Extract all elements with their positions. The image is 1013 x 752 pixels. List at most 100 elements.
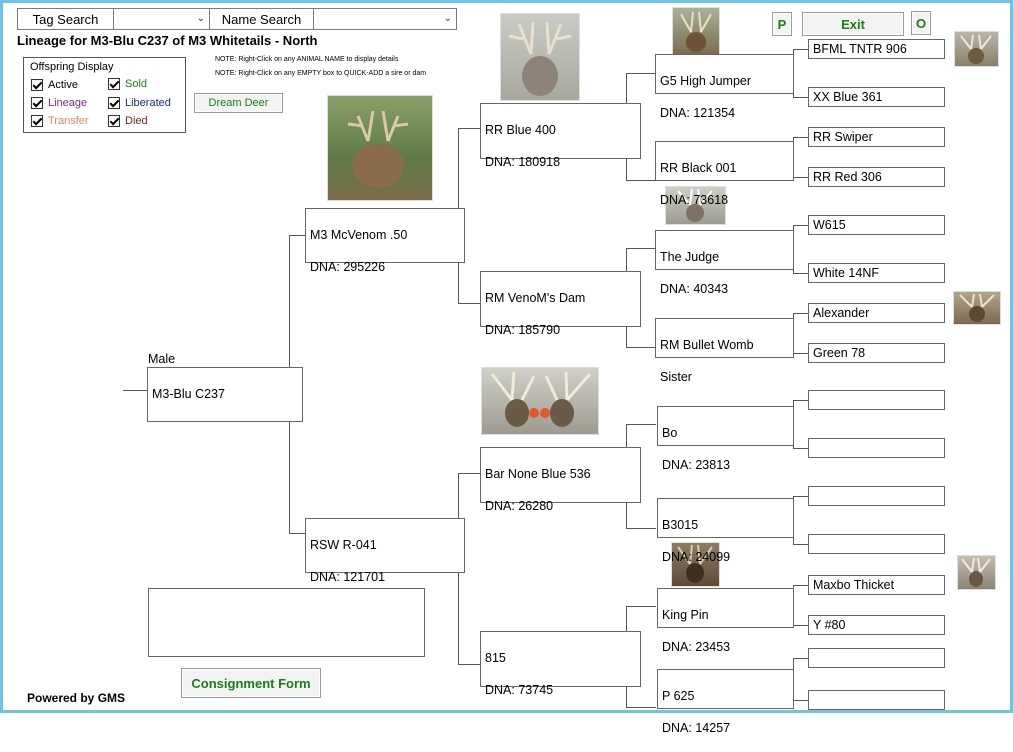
note-right-click-empty: NOTE: Right-Click on any EMPTY box to QU… — [215, 70, 427, 77]
connector-line — [289, 235, 306, 236]
gen4-empty-node[interactable] — [808, 390, 945, 410]
connector-line — [626, 73, 656, 74]
notes-box[interactable] — [148, 588, 425, 657]
gen4-node[interactable]: Alexander — [808, 303, 945, 323]
gen4-node[interactable]: White 14NF — [808, 263, 945, 283]
gen3-name[interactable]: The Judge — [660, 249, 789, 265]
transfer-checkbox[interactable] — [31, 115, 43, 127]
connector-line — [793, 400, 809, 401]
gen4-node[interactable]: XX Blue 361 — [808, 87, 945, 107]
sire-node[interactable]: M3 McVenom .50 DNA: 295226 — [305, 208, 465, 274]
gen3-dna: DNA: 40343 — [660, 282, 729, 296]
gen2-node[interactable]: RM VenoM's Dam DNA: 185790 — [480, 271, 641, 337]
gen3-name[interactable]: P 625 — [662, 688, 789, 704]
deer-photo-m3-mcvenom — [327, 95, 433, 201]
gen3-node[interactable]: RR Black 001 DNA: 73618 — [655, 141, 794, 207]
dream-deer-button[interactable]: Dream Deer — [194, 93, 283, 113]
gen2-node[interactable]: RR Blue 400 DNA: 180918 — [480, 103, 641, 169]
died-checkbox[interactable] — [108, 115, 120, 127]
gen3-dna: Sister — [660, 370, 692, 384]
legend-title: Offspring Display — [30, 61, 114, 73]
liberated-checkbox[interactable] — [108, 97, 120, 109]
gen2-name[interactable]: Bar None Blue 536 — [485, 466, 636, 482]
p-button[interactable]: P — [772, 12, 792, 36]
gen3-node[interactable]: The Judge DNA: 40343 — [655, 230, 794, 296]
liberated-label: Liberated — [125, 97, 171, 109]
gen4-node[interactable]: RR Red 306 — [808, 167, 945, 187]
gen3-node[interactable]: B3015 DNA: 24099 — [657, 498, 794, 564]
offspring-display-legend: Offspring Display Active Sold Lineage Li… — [23, 57, 186, 133]
connector-line — [626, 606, 656, 607]
gen4-node[interactable]: W615 — [808, 215, 945, 235]
connector-line — [793, 137, 809, 138]
gen4-node[interactable]: RR Swiper — [808, 127, 945, 147]
deer-photo-maxbo-thicket — [957, 555, 996, 590]
gen3-node[interactable]: RM Bullet Womb Sister — [655, 318, 794, 384]
connector-line — [458, 473, 481, 474]
dam-node[interactable]: RSW R-041 DNA: 121701 — [305, 518, 465, 584]
dam-name[interactable]: RSW R-041 — [310, 537, 460, 553]
o-button[interactable]: O — [911, 11, 931, 35]
lineage-checkbox[interactable] — [31, 97, 43, 109]
gen2-node[interactable]: 815 DNA: 73745 — [480, 631, 641, 697]
active-checkbox[interactable] — [31, 79, 43, 91]
gen3-name[interactable]: King Pin — [662, 607, 789, 623]
app-window: Tag Search ⌄ Name Search ⌄ Lineage for M… — [0, 0, 1013, 735]
gen4-empty-node[interactable] — [808, 690, 945, 710]
gen2-dna: DNA: 185790 — [485, 323, 561, 337]
gen2-name[interactable]: RM VenoM's Dam — [485, 290, 636, 306]
tag-search-select[interactable]: ⌄ — [113, 8, 210, 30]
dam-dna: DNA: 121701 — [310, 570, 386, 584]
gen3-node[interactable]: King Pin DNA: 23453 — [657, 588, 794, 654]
gen2-node[interactable]: Bar None Blue 536 DNA: 26280 — [480, 447, 641, 513]
connector-line — [793, 544, 809, 545]
gen4-empty-node[interactable] — [808, 534, 945, 554]
gen3-name[interactable]: Bo — [662, 425, 789, 441]
gen3-name[interactable]: RM Bullet Womb — [660, 337, 789, 353]
connector-line — [458, 128, 481, 129]
gen2-name[interactable]: 815 — [485, 650, 636, 666]
gen2-name[interactable]: RR Blue 400 — [485, 122, 636, 138]
tag-search-label-box: Tag Search — [17, 8, 114, 30]
gen4-node[interactable]: Y #80 — [808, 615, 945, 635]
deer-antlers-icon — [490, 371, 592, 427]
connector-line — [793, 273, 809, 274]
active-label: Active — [48, 79, 78, 91]
deer-photo-alexander — [953, 291, 1001, 325]
gen3-node[interactable]: Bo DNA: 23813 — [657, 406, 794, 472]
subject-node[interactable]: M3-Blu C237 — [147, 367, 303, 422]
connector-line — [793, 353, 809, 354]
deer-antlers-icon — [508, 21, 572, 96]
gen3-dna: DNA: 23453 — [662, 640, 731, 654]
sold-checkbox[interactable] — [108, 78, 120, 90]
gen3-dna: DNA: 24099 — [662, 550, 731, 564]
gen3-name[interactable]: G5 High Jumper — [660, 73, 789, 89]
sire-name[interactable]: M3 McVenom .50 — [310, 227, 460, 243]
gen3-dna: DNA: 23813 — [662, 458, 731, 472]
gen3-name[interactable]: B3015 — [662, 517, 789, 533]
gen4-empty-node[interactable] — [808, 648, 945, 668]
deer-antlers-icon — [959, 293, 995, 322]
deer-photo-bfml-tntr-906 — [954, 31, 999, 67]
gen4-empty-node[interactable] — [808, 486, 945, 506]
gen2-dna: DNA: 26280 — [485, 499, 554, 513]
connector-line — [626, 606, 627, 631]
name-search-select[interactable]: ⌄ — [313, 8, 457, 30]
deer-photo-bar-none-blue-536 — [481, 367, 599, 435]
consignment-form-button[interactable]: Consignment Form — [181, 668, 321, 698]
gen3-node[interactable]: P 625 DNA: 14257 — [657, 669, 794, 735]
gen4-node[interactable]: Green 78 — [808, 343, 945, 363]
gen4-node[interactable]: Maxbo Thicket — [808, 575, 945, 595]
connector-line — [793, 313, 809, 314]
gen4-empty-node[interactable] — [808, 438, 945, 458]
chevron-down-icon: ⌄ — [443, 13, 452, 24]
gen4-node[interactable]: BFML TNTR 906 — [808, 39, 945, 59]
name-search-label: Name Search — [221, 11, 302, 27]
gen3-node[interactable]: G5 High Jumper DNA: 121354 — [655, 54, 794, 120]
subject-name[interactable]: M3-Blu C237 — [152, 387, 225, 401]
gen3-name[interactable]: RR Black 001 — [660, 160, 789, 176]
page-title: Lineage for M3-Blu C237 of M3 Whitetails… — [17, 33, 318, 48]
connector-line — [793, 700, 809, 701]
sire-dna: DNA: 295226 — [310, 260, 386, 274]
exit-button[interactable]: Exit — [802, 12, 904, 36]
